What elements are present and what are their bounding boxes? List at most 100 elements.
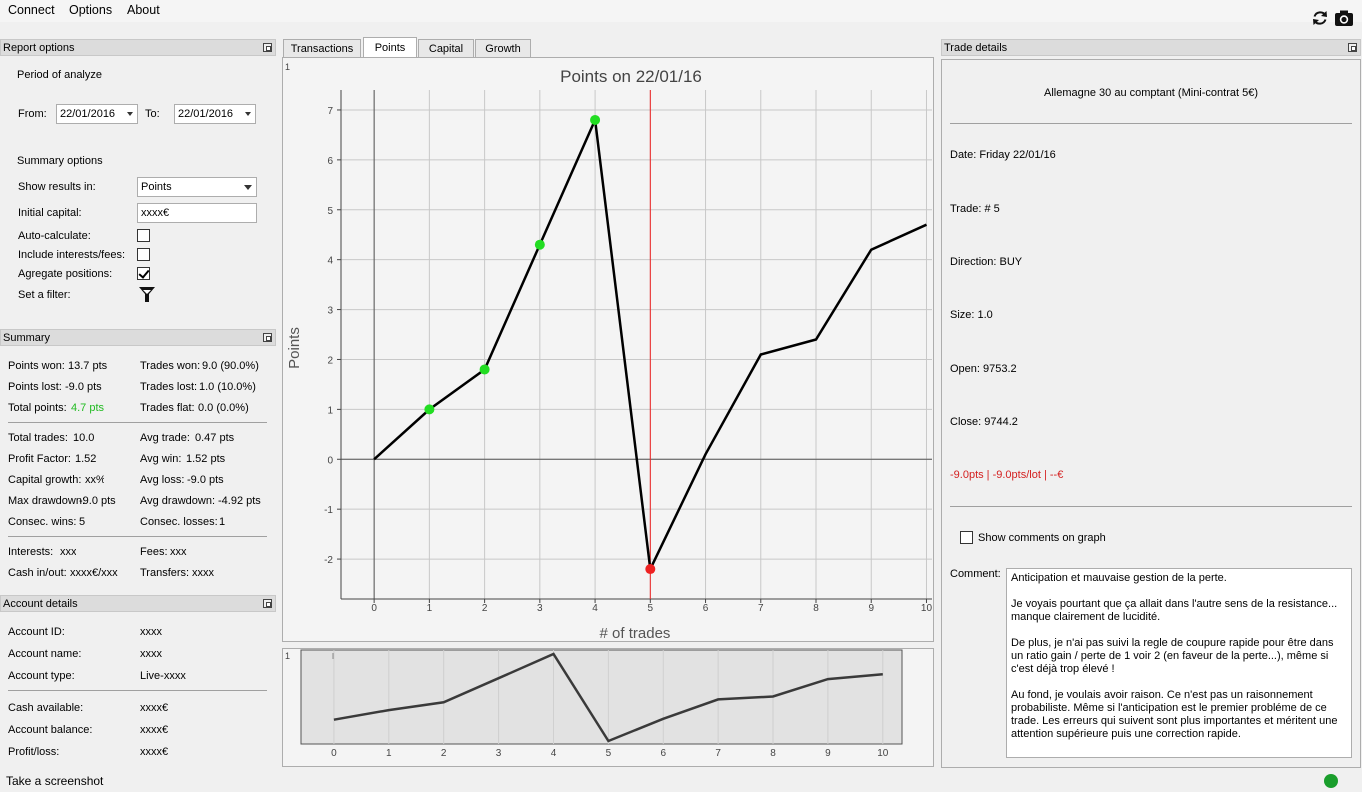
points-lost-label: Points lost:: [8, 381, 62, 393]
y-tick-label: -1: [324, 505, 333, 516]
x-tick-label: 6: [703, 603, 709, 614]
trade-number: Trade: # 5: [950, 203, 1000, 215]
avg-win-label: Avg win:: [140, 453, 182, 465]
show-comments-checkbox[interactable]: [960, 531, 973, 544]
cash-inout-value: xxxx€/xxx: [70, 567, 118, 579]
menu-bar: Connect Options About: [0, 0, 1362, 22]
y-tick-label: 6: [327, 156, 333, 167]
chart-title: Points on 22/01/16: [560, 67, 702, 86]
initial-capital-input[interactable]: xxxx€: [137, 203, 257, 223]
show-results-select[interactable]: Points: [137, 177, 257, 197]
connection-status-indicator: [1324, 774, 1338, 788]
points-won-label: Points won:: [8, 360, 65, 372]
float-button[interactable]: [1348, 43, 1357, 52]
trade-divider: [950, 506, 1352, 507]
x-tick-label: 5: [648, 603, 654, 614]
from-date-value: 22/01/2016: [60, 108, 116, 120]
overview-tick-label: 9: [825, 748, 831, 759]
trade-close: Close: 9744.2: [950, 416, 1018, 428]
overview-tick-label: 5: [606, 748, 612, 759]
tab-capital[interactable]: Capital: [418, 39, 474, 58]
menu-about[interactable]: About: [127, 3, 160, 17]
avg-drawdown-value: -4.92 pts: [218, 495, 261, 507]
y-tick-label: 0: [327, 455, 333, 466]
comment-textarea[interactable]: Anticipation et mauvaise gestion de la p…: [1006, 568, 1352, 758]
filter-icon[interactable]: [139, 287, 155, 303]
comment-paragraph: Anticipation et mauvaise gestion de la p…: [1011, 572, 1227, 584]
corner-label: 1: [285, 62, 290, 72]
transfers-label: Transfers:: [140, 567, 190, 579]
trades-lost-label: Trades lost:: [140, 381, 198, 393]
overview-tick-label: 1: [386, 748, 392, 759]
points-chart[interactable]: 1 Points on 22/01/16 0 1 2 3 4 5 6 7 8 9 10 -2 -1 0 1 2 3 4…: [283, 58, 933, 641]
account-type-value: Live-xxxx: [140, 670, 186, 682]
y-tick-label: 2: [327, 355, 333, 366]
auto-calculate-label: Auto-calculate:: [18, 230, 91, 242]
data-point: [534, 239, 545, 250]
show-results-value: Points: [141, 181, 172, 193]
profit-loss-label: Profit/loss:: [8, 746, 60, 758]
y-tick-label: 1: [327, 405, 333, 416]
instrument-name: Allemagne 30 au comptant (Mini-contrat 5…: [1044, 87, 1258, 99]
fees-value: xxx: [170, 546, 187, 558]
overview-tick-label: 4: [551, 748, 557, 759]
summary-divider: [8, 422, 267, 423]
tab-points[interactable]: Points: [363, 37, 417, 58]
trades-won-label: Trades won:: [140, 360, 201, 372]
chevron-down-icon: [127, 112, 133, 116]
menu-connect[interactable]: Connect: [8, 3, 55, 17]
from-label: From:: [18, 108, 47, 120]
profit-loss-value: xxxx€: [140, 746, 169, 758]
consec-wins-label: Consec. wins:: [8, 516, 77, 528]
aggregate-positions-label: Agregate positions:: [18, 268, 113, 280]
trade-direction: Direction: BUY: [950, 256, 1023, 268]
x-tick-label: 3: [537, 603, 543, 614]
period-label: Period of analyze: [17, 69, 102, 81]
chevron-down-icon: [245, 112, 251, 116]
x-tick-label: 7: [758, 603, 764, 614]
x-axis-label: # of trades: [600, 625, 671, 641]
x-tick-label: 4: [592, 603, 598, 614]
overview-tick-label: 6: [660, 748, 666, 759]
account-id-label: Account ID:: [8, 626, 65, 638]
aggregate-positions-checkbox[interactable]: [137, 267, 150, 280]
tab-transactions[interactable]: Transactions: [283, 39, 361, 58]
menu-options[interactable]: Options: [69, 3, 112, 17]
capital-growth-label: Capital growth:: [8, 474, 82, 486]
filter-label: Set a filter:: [18, 289, 71, 301]
account-id-value: xxxx: [140, 626, 162, 638]
camera-icon[interactable]: [1334, 8, 1354, 28]
report-options-title-bar: Report options: [0, 39, 276, 56]
to-label: To:: [145, 108, 160, 120]
float-button[interactable]: [263, 599, 272, 608]
tab-growth[interactable]: Growth: [475, 39, 531, 58]
from-date-select[interactable]: 22/01/2016: [56, 104, 138, 124]
account-balance-label: Account balance:: [8, 724, 93, 736]
avg-trade-label: Avg trade:: [140, 432, 190, 444]
y-axis-label: Points: [286, 327, 303, 369]
avg-loss-label: Avg loss:: [140, 474, 185, 486]
x-tick-label: 2: [482, 603, 488, 614]
to-date-select[interactable]: 22/01/2016: [174, 104, 256, 124]
avg-loss-value: -9.0 pts: [187, 474, 224, 486]
data-point: [479, 364, 490, 375]
x-tick-label: 1: [427, 603, 433, 614]
avg-drawdown-label: Avg drawdown:: [140, 495, 216, 507]
tab-label: Capital: [428, 43, 464, 55]
include-interests-checkbox[interactable]: [137, 248, 150, 261]
trades-flat-label: Trades flat:: [140, 402, 195, 414]
account-type-label: Account type:: [8, 670, 75, 682]
show-comments-label: Show comments on graph: [978, 532, 1106, 544]
summary-title: Summary: [3, 332, 51, 344]
float-button[interactable]: [263, 333, 272, 342]
trade-details-title-bar: Trade details: [941, 39, 1361, 56]
avg-win-value: 1.52 pts: [186, 453, 226, 465]
refresh-icon[interactable]: [1310, 8, 1330, 28]
total-points-label: Total points:: [8, 402, 67, 414]
trade-divider: [950, 123, 1352, 124]
auto-calculate-checkbox[interactable]: [137, 229, 150, 242]
tab-label: Transactions: [290, 43, 354, 55]
float-button[interactable]: [263, 43, 272, 52]
data-point: [590, 114, 601, 125]
overview-chart[interactable]: 10 1 2 3 4 5 6 7 8 9 10: [283, 649, 933, 766]
